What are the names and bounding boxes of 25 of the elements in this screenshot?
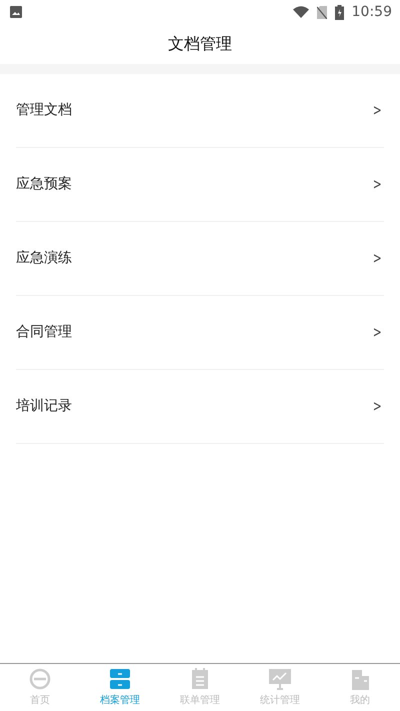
chevron-icon: > [373,99,382,122]
menu-label: 管理文档 [16,101,72,120]
drawer-icon [109,668,131,690]
monitor-icon [269,668,291,690]
menu-label: 应急演练 [16,249,72,268]
chevron-icon: > [373,173,382,196]
menu-row[interactable]: 管理文档 > [16,74,384,148]
image-icon [10,6,22,18]
menu-row[interactable]: 应急演练 > [16,222,384,296]
clipboard-icon [189,668,211,690]
chevron-icon: > [373,395,382,418]
menu-row[interactable]: 应急预案 > [16,148,384,222]
no-sim-icon [316,6,327,18]
menu-label: 培训记录 [16,397,72,416]
page-title: 文档管理 [168,33,232,55]
building-icon [349,668,371,690]
menu-row[interactable]: 培训记录 > [16,370,384,444]
clock-time: 10:59 [352,2,392,22]
chevron-icon: > [373,247,382,270]
menu-label: 应急预案 [16,175,72,194]
chevron-icon: > [373,321,382,344]
menu-label: 合同管理 [16,323,72,342]
wifi-icon [292,6,309,18]
battery-icon [334,4,344,20]
menu-row[interactable]: 合同管理 > [16,296,384,370]
